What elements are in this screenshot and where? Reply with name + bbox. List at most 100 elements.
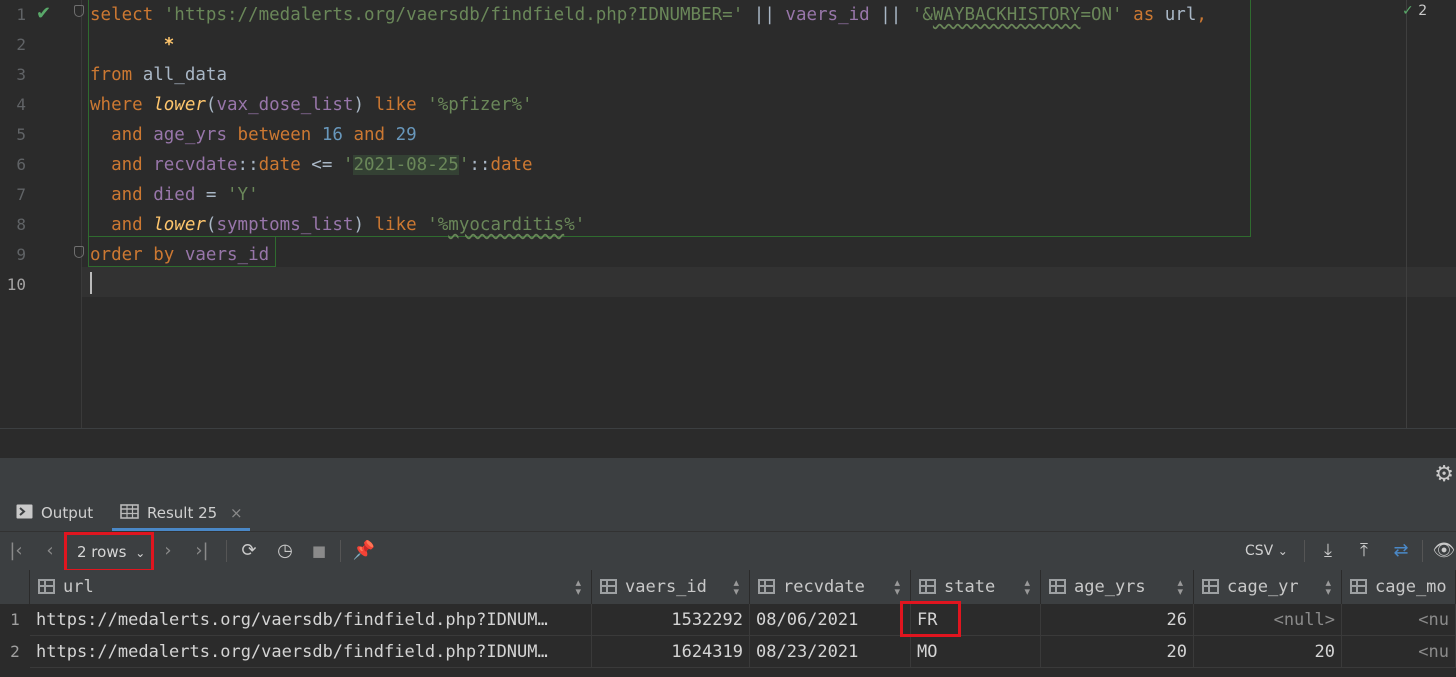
fold-marker-end[interactable]: [74, 246, 84, 258]
code-line[interactable]: select 'https://medalerts.org/vaersdb/fi…: [90, 0, 1207, 30]
toolbar-separator: [226, 540, 227, 562]
panel-divider[interactable]: [0, 428, 1456, 458]
table-cell[interactable]: 20: [1194, 636, 1342, 668]
code-token: *: [163, 35, 175, 55]
pin-icon[interactable]: 📌: [352, 532, 376, 570]
code-token: all_data: [132, 65, 227, 85]
sort-icon[interactable]: ▴ ▾: [1177, 570, 1183, 597]
rows-count-label: 2 rows: [77, 543, 127, 561]
inspection-count: 2: [1418, 3, 1428, 19]
code-token: symptoms_list: [216, 215, 354, 235]
code-line[interactable]: and died = 'Y': [90, 180, 259, 210]
code-token: '%pfizer%': [427, 95, 533, 115]
chevron-down-icon: ⌄: [1277, 544, 1288, 558]
export-format-select[interactable]: CSV ⌄: [1245, 532, 1288, 570]
refresh-icon[interactable]: ⟳: [237, 532, 261, 570]
code-line[interactable]: from all_data: [90, 60, 227, 90]
column-header-vaers-id[interactable]: vaers_id ▴ ▾: [592, 570, 750, 604]
code-token: ::: [237, 155, 259, 175]
table-cell[interactable]: 08/23/2021: [750, 636, 911, 668]
tab-output[interactable]: Output: [16, 494, 93, 532]
code-token: between: [237, 125, 312, 145]
eye-icon[interactable]: 👁: [1432, 532, 1456, 570]
table-cell[interactable]: 1532292: [592, 604, 750, 636]
code-line[interactable]: *: [90, 30, 175, 60]
table-cell[interactable]: <null>: [1194, 604, 1342, 636]
table-cell[interactable]: 08/06/2021: [750, 604, 911, 636]
column-header-state[interactable]: state ▴ ▾: [911, 570, 1041, 604]
highlight-box-state: [900, 601, 961, 637]
upload-icon[interactable]: ⤒: [1352, 532, 1376, 570]
code-token: ,: [1196, 5, 1207, 25]
stop-icon[interactable]: ■: [308, 532, 330, 570]
code-line[interactable]: order by vaers_id: [90, 240, 269, 270]
result-grid[interactable]: url ▴ ▾ vaers_id ▴ ▾ recvdate ▴ ▾ state ▴ ▾ age_yrs ▴…: [0, 570, 1456, 677]
code-line[interactable]: and age_yrs between 16 and 29: [90, 120, 417, 150]
row-number[interactable]: 2: [0, 636, 30, 668]
sort-icon[interactable]: ▴ ▾: [1325, 570, 1331, 597]
column-header-recvdate[interactable]: recvdate ▴ ▾: [750, 570, 911, 604]
code-token: vaers_id: [785, 5, 870, 25]
next-page-icon[interactable]: ›: [158, 532, 178, 570]
sort-icon[interactable]: ▴ ▾: [894, 570, 900, 597]
column-header-cage-mo[interactable]: cage_mo: [1342, 570, 1456, 604]
table-cell[interactable]: https://medalerts.org/vaersdb/findfield.…: [30, 636, 592, 668]
sort-icon[interactable]: ▴ ▾: [1024, 570, 1030, 597]
table-cell[interactable]: <nu: [1342, 636, 1456, 668]
code-line[interactable]: and lower(symptoms_list) like '%myocardi…: [90, 210, 585, 240]
row-number[interactable]: 1: [0, 604, 30, 636]
column-header-label: age_yrs: [1074, 577, 1146, 597]
chevron-down-icon: ⌄: [135, 546, 146, 560]
close-icon[interactable]: ×: [230, 504, 243, 522]
sort-icon[interactable]: ▴ ▾: [733, 570, 739, 597]
tab-result-label: Result 25: [147, 504, 218, 522]
column-header-label: state: [944, 577, 996, 597]
toolbar-separator: [340, 540, 341, 562]
column-header-cage-yr[interactable]: cage_yr ▴ ▾: [1194, 570, 1342, 604]
code-token: 16: [321, 125, 343, 145]
table-cell[interactable]: 20: [1041, 636, 1194, 668]
column-header-label: vaers_id: [625, 577, 707, 597]
text-caret: [90, 272, 92, 294]
tab-output-label: Output: [41, 504, 94, 522]
code-token: <=: [300, 155, 343, 175]
column-header-age-yrs[interactable]: age_yrs ▴ ▾: [1041, 570, 1194, 604]
code-line[interactable]: where lower(vax_dose_list) like '%pfizer…: [90, 90, 533, 120]
first-page-icon[interactable]: |‹: [6, 532, 26, 570]
column-header-url[interactable]: url ▴ ▾: [30, 570, 592, 604]
result-toolbar: |‹ ‹ 2 rows ⌄ › ›| ⟳ ◷ ■ 📌 CSV ⌄ ⤓ ⤒ ⇄ 👁: [0, 532, 1456, 572]
code-token: ): [353, 215, 375, 235]
code-token: ||: [743, 5, 786, 25]
toolbar-separator: [1422, 540, 1423, 562]
table-cell[interactable]: 26: [1041, 604, 1194, 636]
table-cell[interactable]: MO: [911, 636, 1041, 668]
sort-icon[interactable]: ▴ ▾: [575, 570, 581, 597]
download-icon[interactable]: ⤓: [1316, 532, 1340, 570]
column-header-label: cage_yr: [1227, 577, 1299, 597]
tab-result[interactable]: Result 25 ×: [120, 494, 243, 532]
inspection-badge[interactable]: ✓ 2: [1402, 3, 1427, 19]
rows-count-select[interactable]: 2 rows ⌄: [64, 532, 154, 572]
table-cell[interactable]: 1624319: [592, 636, 750, 668]
code-line[interactable]: and recvdate::date <= '2021-08-25'::date: [90, 150, 533, 180]
table-cell[interactable]: https://medalerts.org/vaersdb/findfield.…: [30, 604, 592, 636]
code-token: '%: [427, 215, 449, 235]
history-icon[interactable]: ◷: [272, 532, 298, 570]
column-header-label: url: [63, 577, 94, 597]
last-page-icon[interactable]: ›|: [190, 532, 214, 570]
table-cell[interactable]: <nu: [1342, 604, 1456, 636]
prev-page-icon[interactable]: ‹: [40, 532, 60, 570]
code-token: WAYBACKHISTORY: [932, 5, 1081, 25]
compare-icon[interactable]: ⇄: [1388, 532, 1414, 570]
sql-editor[interactable]: ✔ ✓ 2 1 2 3 4 5 6 7 8 9 10 select 'https://medale…: [0, 0, 1456, 428]
gear-icon[interactable]: ⚙: [1434, 462, 1454, 487]
fold-marker-start[interactable]: [74, 5, 84, 17]
